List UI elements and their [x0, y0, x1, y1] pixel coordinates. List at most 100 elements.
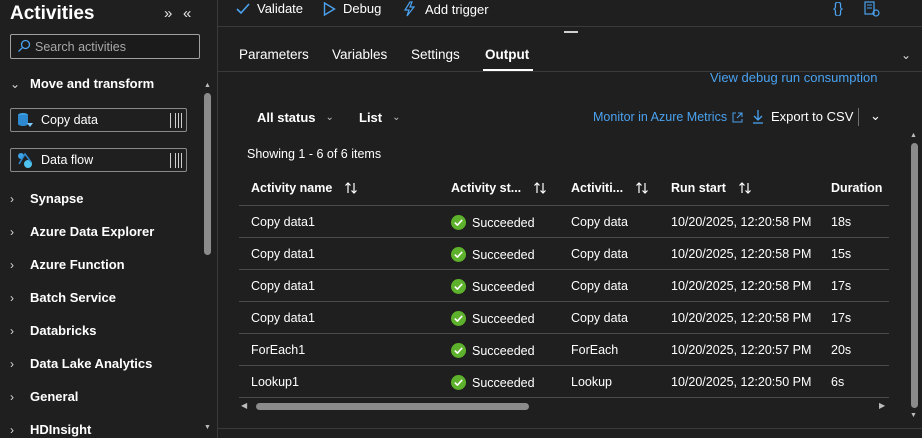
output-vertical-scrollbar[interactable]: ▲ ▼: [908, 72, 920, 438]
scroll-up-icon[interactable]: ▲: [910, 132, 917, 139]
section-label: Azure Data Explorer: [30, 224, 155, 239]
activity-type-cell: Lookup: [571, 375, 613, 389]
activity-tile-data-flow[interactable]: Data flow: [10, 148, 187, 172]
external-link-icon: [732, 112, 743, 122]
view-filter-dropdown[interactable]: List ⌄: [359, 110, 401, 125]
section-azure-data-explorer[interactable]: › Azure Data Explorer: [10, 224, 154, 239]
drag-handle-icon[interactable]: [170, 153, 182, 168]
table-row[interactable]: Copy data1 Succeeded Copy data 10/20/202…: [239, 302, 889, 334]
activities-scrollbar[interactable]: ▲ ▼: [202, 0, 214, 438]
duration-cell: 18s: [831, 215, 852, 229]
table-header: Activity name Activity st... Activiti...…: [239, 172, 889, 206]
activity-name-cell[interactable]: Copy data1: [251, 247, 315, 261]
column-header-run-start[interactable]: Run start: [671, 181, 752, 195]
search-icon: [18, 39, 31, 52]
scrollbar-thumb[interactable]: [256, 403, 529, 410]
tab-settings[interactable]: Settings: [411, 47, 460, 62]
pipeline-editor: Validate Debug Add trigger {} Parameters…: [217, 0, 922, 438]
view-debug-run-consumption-link[interactable]: View debug run consumption: [710, 70, 877, 85]
status-cell: Succeeded: [451, 311, 535, 326]
monitor-in-azure-metrics-link[interactable]: Monitor in Azure Metrics: [593, 110, 743, 124]
tab-parameters[interactable]: Parameters: [239, 47, 309, 62]
column-label: Duration: [831, 181, 883, 195]
activity-name-cell[interactable]: Copy data1: [251, 311, 315, 325]
activity-name-cell[interactable]: Copy data1: [251, 215, 315, 229]
table-row[interactable]: ForEach1 Succeeded ForEach 10/20/2025, 1…: [239, 334, 889, 366]
section-batch-service[interactable]: › Batch Service: [10, 290, 116, 305]
table-horizontal-scrollbar[interactable]: ◀ ▶: [239, 400, 889, 412]
search-activities-box[interactable]: [10, 34, 200, 59]
items-count-text: Showing 1 - 6 of 6 items: [247, 147, 382, 161]
code-icon[interactable]: {}: [833, 0, 843, 17]
activities-panel: Activities » « ⌄ Move and transform Copy…: [0, 0, 215, 438]
success-check-icon: [451, 375, 466, 390]
table-row[interactable]: Lookup1 Succeeded Lookup 10/20/2025, 12:…: [239, 366, 889, 398]
chevron-right-icon: ›: [10, 224, 14, 239]
activity-name-cell[interactable]: Lookup1: [251, 375, 299, 389]
section-move-and-transform[interactable]: ⌄ Move and transform: [10, 76, 154, 91]
validate-button[interactable]: Validate: [236, 1, 303, 16]
scroll-down-icon[interactable]: ▼: [204, 424, 211, 431]
status-filter-value: All status: [257, 110, 316, 125]
properties-icon[interactable]: [864, 1, 880, 17]
activity-tile-copy-data[interactable]: Copy data: [10, 108, 187, 132]
column-header-activity-name[interactable]: Activity name: [251, 181, 358, 195]
scroll-left-icon[interactable]: ◀: [241, 401, 247, 410]
tab-output[interactable]: Output: [485, 47, 529, 62]
status-filter-dropdown[interactable]: All status ⌄: [257, 110, 334, 125]
tile-label: Data flow: [41, 153, 94, 167]
scrollbar-thumb[interactable]: [911, 143, 918, 408]
tab-variables[interactable]: Variables: [332, 47, 387, 62]
scroll-up-icon[interactable]: ▲: [204, 82, 211, 89]
lightning-icon: [403, 1, 416, 17]
sort-icon[interactable]: [738, 181, 752, 195]
export-to-csv-button[interactable]: Export to CSV: [752, 109, 853, 124]
section-hdinsight[interactable]: › HDInsight: [10, 422, 91, 437]
collapse-all-icon[interactable]: »: [164, 5, 172, 22]
column-header-activity-status[interactable]: Activity st...: [451, 181, 547, 195]
tile-label: Copy data: [41, 113, 98, 127]
activity-name-cell[interactable]: Copy data1: [251, 279, 315, 293]
success-check-icon: [451, 247, 466, 262]
download-icon: [753, 110, 763, 124]
hide-panel-icon[interactable]: «: [183, 5, 191, 22]
sort-icon[interactable]: [635, 181, 649, 195]
export-label: Export to CSV: [771, 109, 854, 124]
table-row[interactable]: Copy data1 Succeeded Copy data 10/20/202…: [239, 238, 889, 270]
column-header-duration[interactable]: Duration: [831, 181, 882, 195]
chevron-down-icon[interactable]: ⌄: [870, 108, 881, 124]
section-label: Batch Service: [30, 290, 116, 305]
section-databricks[interactable]: › Databricks: [10, 323, 96, 338]
status-cell: Succeeded: [451, 343, 535, 358]
bottom-divider: [218, 428, 922, 438]
activity-name-cell[interactable]: ForEach1: [251, 343, 305, 357]
chevron-right-icon: ›: [10, 191, 14, 206]
section-label: Databricks: [30, 323, 97, 338]
sort-icon[interactable]: [533, 181, 547, 195]
scroll-down-icon[interactable]: ▼: [910, 412, 917, 419]
section-data-lake-analytics[interactable]: › Data Lake Analytics: [10, 356, 152, 371]
drag-handle-icon[interactable]: [170, 113, 182, 128]
section-synapse[interactable]: › Synapse: [10, 191, 83, 206]
column-label: Activity st...: [451, 181, 522, 195]
pane-splitter-handle[interactable]: [564, 31, 578, 33]
chevron-down-icon: ⌄: [10, 76, 21, 91]
table-row[interactable]: Copy data1 Succeeded Copy data 10/20/202…: [239, 206, 889, 238]
scrollbar-thumb[interactable]: [204, 93, 211, 255]
status-text: Succeeded: [472, 247, 535, 262]
status-cell: Succeeded: [451, 279, 535, 294]
search-activities-input[interactable]: [35, 37, 195, 56]
copy-data-icon: [18, 113, 33, 127]
scroll-right-icon[interactable]: ▶: [879, 401, 885, 410]
section-general[interactable]: › General: [10, 389, 78, 404]
section-azure-function[interactable]: › Azure Function: [10, 257, 125, 272]
status-cell: Succeeded: [451, 375, 535, 390]
sort-icon[interactable]: [344, 181, 358, 195]
debug-button[interactable]: Debug: [323, 1, 381, 16]
divider: [858, 108, 859, 126]
add-trigger-button[interactable]: Add trigger: [402, 1, 489, 17]
chevron-down-icon[interactable]: ⌄: [901, 48, 911, 62]
section-label: Move and transform: [30, 76, 155, 91]
column-header-activity-type[interactable]: Activiti...: [571, 181, 649, 195]
table-row[interactable]: Copy data1 Succeeded Copy data 10/20/202…: [239, 270, 889, 302]
